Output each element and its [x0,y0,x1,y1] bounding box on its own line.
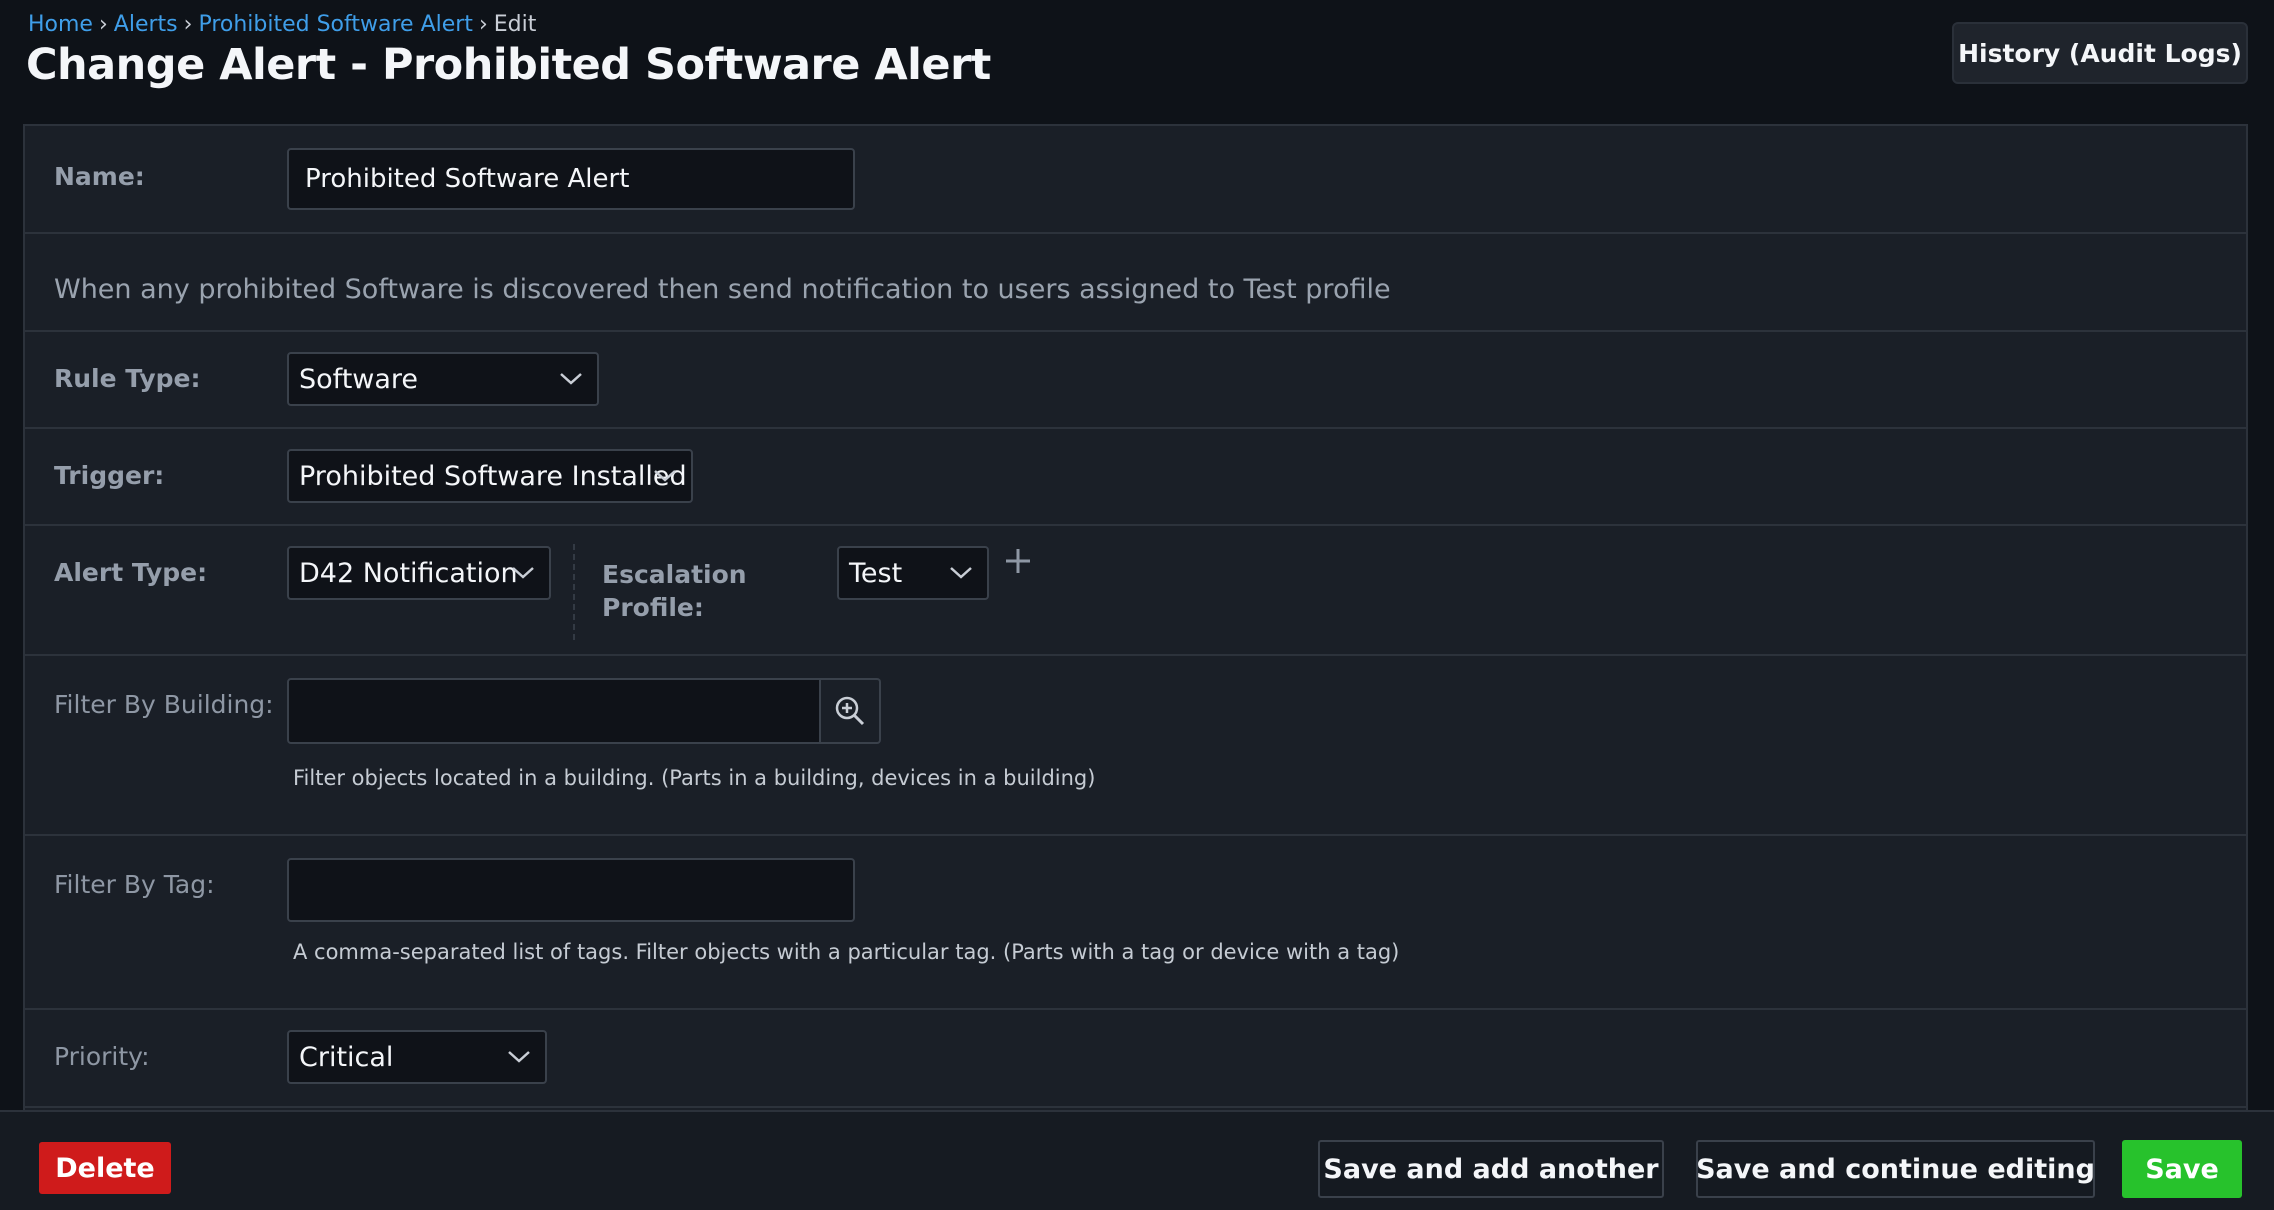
rule-type-row: Rule Type: Software [25,332,2246,429]
save-and-continue-editing-button[interactable]: Save and continue editing [1696,1140,2095,1198]
save-and-add-another-button[interactable]: Save and add another [1318,1140,1664,1198]
escalation-profile-label: Escalation Profile: [602,558,747,624]
form-actions-bar: Delete Save and add another Save and con… [0,1110,2274,1210]
escalation-profile-value: Test [849,557,903,589]
filter-tag-help: A comma-separated list of tags. Filter o… [293,940,1400,964]
filter-tag-input[interactable] [287,858,855,922]
chevron-down-icon [512,567,534,579]
alert-type-value: D42 Notification [299,557,518,589]
history-audit-logs-button[interactable]: History (Audit Logs) [1952,22,2248,84]
chevron-down-icon [508,1051,530,1063]
priority-value: Critical [299,1041,394,1073]
chevron-down-icon [560,373,582,385]
trigger-label: Trigger: [54,461,165,490]
breadcrumb-alerts[interactable]: Alerts [114,12,178,37]
field-divider [573,544,575,640]
escalation-profile-select[interactable]: Test [837,546,989,600]
change-alert-page: Home › Alerts › Prohibited Software Alert › Ed… [0,0,2274,1210]
escalation-label-line1: Escalation [602,560,747,589]
trigger-row: Trigger: Prohibited Software Installed [25,429,2246,526]
building-lookup-button[interactable] [821,678,881,744]
alert-description: When any prohibited Software is discover… [54,274,1391,305]
name-row: Name: Prohibited Software Alert [25,126,2246,234]
filter-tag-label: Filter By Tag: [54,870,215,899]
breadcrumb-separator: › [183,12,193,37]
chevron-down-icon [950,567,972,579]
breadcrumb-home[interactable]: Home [28,12,93,37]
priority-row: Priority: Critical [25,1010,2246,1108]
priority-select[interactable]: Critical [287,1030,547,1084]
name-input[interactable]: Prohibited Software Alert [287,148,855,210]
delete-button[interactable]: Delete [39,1142,171,1194]
name-label: Name: [54,162,145,191]
rule-type-value: Software [299,363,419,395]
alert-type-select[interactable]: D42 Notification [287,546,551,600]
filter-tag-row: Filter By Tag: A comma-separated list of… [25,836,2246,1010]
filter-building-input[interactable] [287,678,821,744]
rule-type-label: Rule Type: [54,364,201,393]
breadcrumb-current-alert[interactable]: Prohibited Software Alert [198,12,473,37]
name-input-value: Prohibited Software Alert [305,164,630,194]
breadcrumb: Home › Alerts › Prohibited Software Alert › Ed… [28,12,536,37]
plus-icon[interactable] [1003,546,1033,576]
filter-building-help: Filter objects located in a building. (P… [293,766,1096,790]
rule-type-select[interactable]: Software [287,352,599,406]
priority-label: Priority: [54,1042,150,1071]
alert-form: Name: Prohibited Software Alert When any… [23,124,2248,1210]
alert-type-label: Alert Type: [54,558,208,587]
breadcrumb-separator: › [478,12,488,37]
trigger-select[interactable]: Prohibited Software Installed [287,449,693,503]
escalation-label-line2: Profile: [602,593,704,622]
filter-building-row: Filter By Building: Filter objects locat… [25,656,2246,836]
trigger-value: Prohibited Software Installed [299,460,687,492]
description-row: When any prohibited Software is discover… [25,234,2246,332]
breadcrumb-edit: Edit [493,12,537,37]
filter-building-label: Filter By Building: [54,690,274,719]
breadcrumb-separator: › [98,12,108,37]
save-button[interactable]: Save [2122,1140,2242,1198]
page-title: Change Alert - Prohibited Software Alert [26,40,991,90]
alert-type-row: Alert Type: D42 Notification Escalation … [25,526,2246,656]
zoom-in-icon [835,696,865,726]
chevron-down-icon [654,470,676,482]
